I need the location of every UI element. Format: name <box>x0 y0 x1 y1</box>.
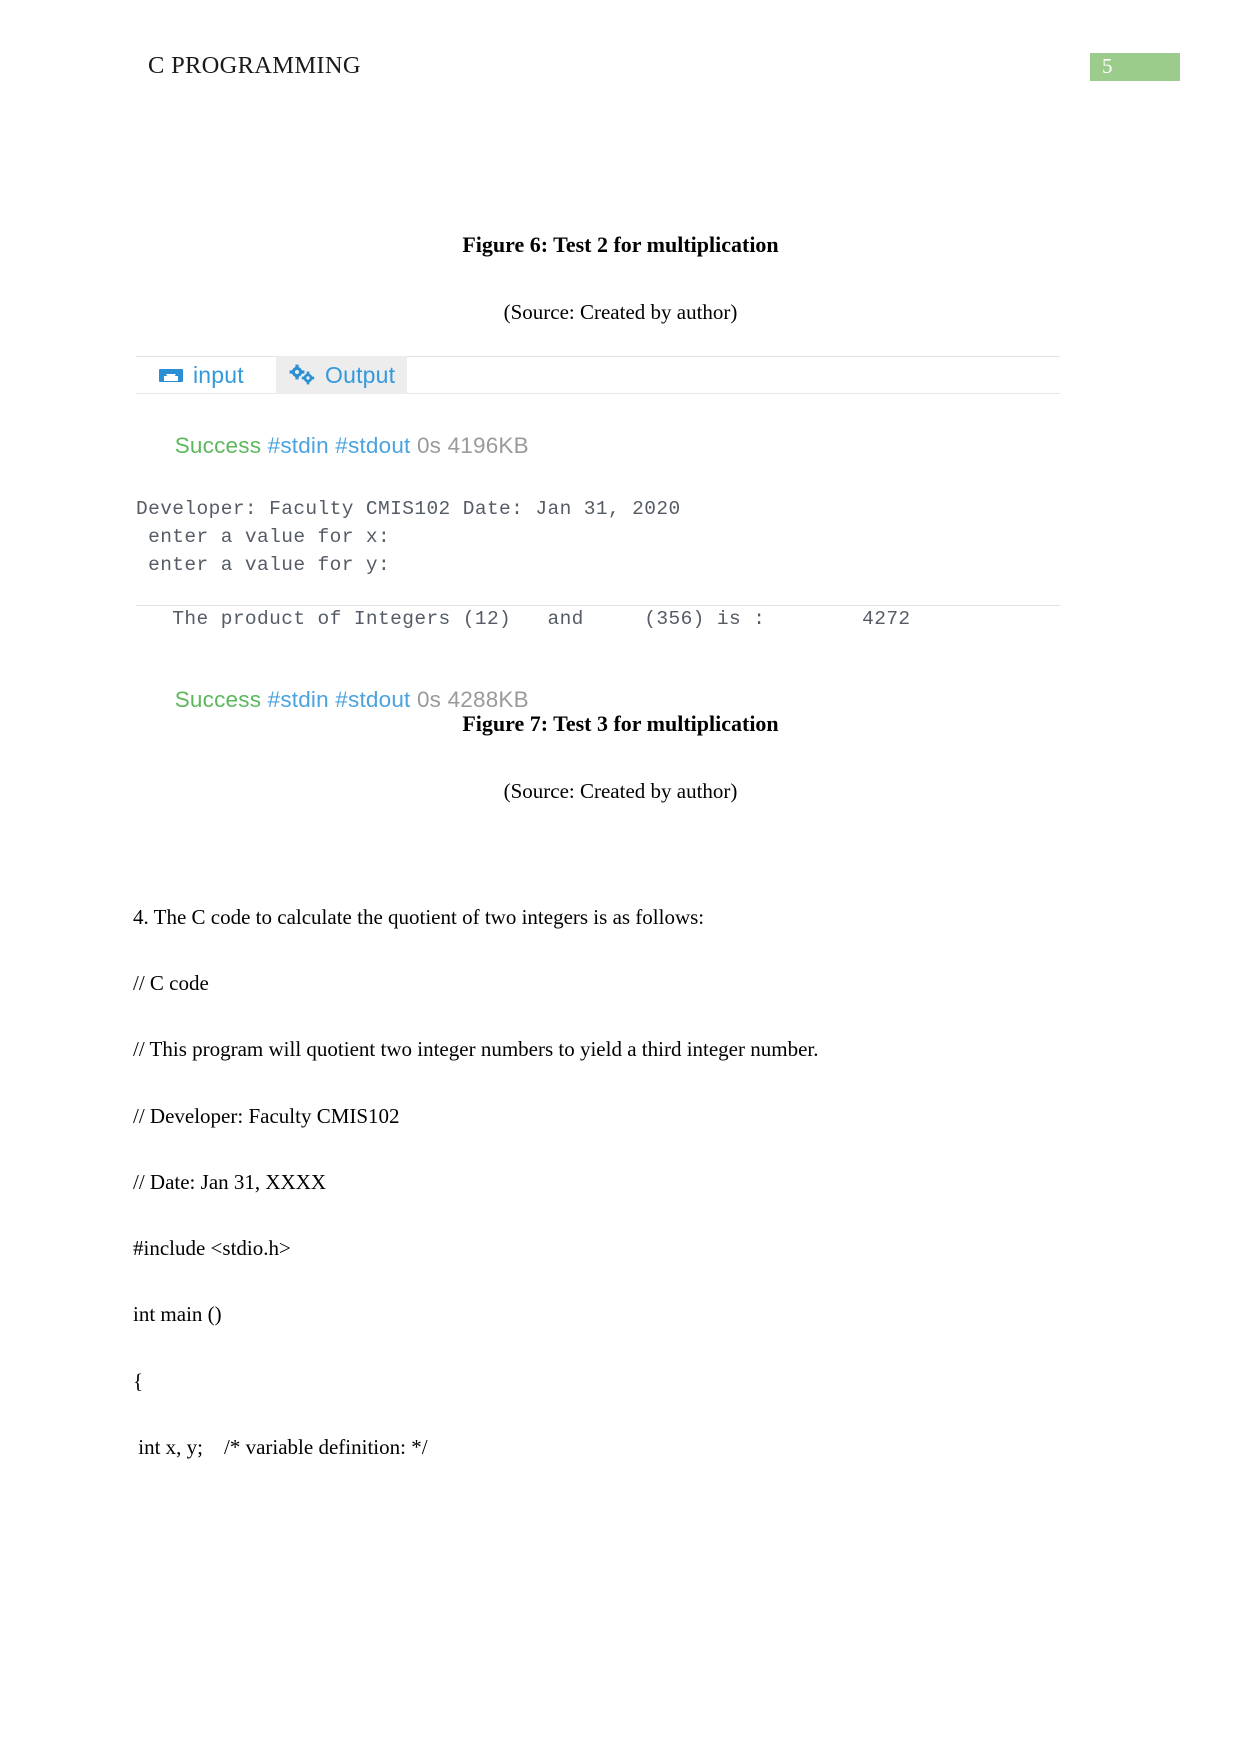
body-line-vardef: int x, y; /* variable definition: */ <box>133 1435 428 1459</box>
body-line-open-brace: { <box>133 1369 144 1393</box>
figure6-caption-source: (Source: Created by author) <box>503 300 738 324</box>
body-line-intro: 4. The C code to calculate the quotient … <box>133 905 705 929</box>
figure7-caption-source: (Source: Created by author) <box>503 779 738 803</box>
console-line-prompt-y: enter a value for y: <box>136 554 391 576</box>
status-success-label-bottom: Success <box>174 687 262 712</box>
tab-input-label: input <box>193 361 244 388</box>
tab-input[interactable]: input <box>146 356 256 394</box>
console-line-developer: Developer: Faculty CMIS102 Date: Jan 31,… <box>136 498 681 520</box>
document-header-title: C PROGRAMMING <box>148 52 361 79</box>
tab-output-label: Output <box>325 361 396 388</box>
body-line-comment-date: // Date: Jan 31, XXXX <box>133 1170 327 1194</box>
console-output: Success #stdin #stdout 0s 4196KB Develop… <box>136 394 1060 745</box>
page-number: 5 <box>1102 54 1113 78</box>
status-meta-label: 0s 4196KB <box>416 433 529 458</box>
figure-bottom-rule <box>136 605 1060 606</box>
tab-output[interactable]: Output <box>276 356 408 394</box>
output-tab-bar: input Output <box>136 356 1060 394</box>
page-number-badge: 5 <box>1090 53 1180 81</box>
status-meta-label-bottom: 0s 4288KB <box>416 687 529 712</box>
body-line-comment-desc: // This program will quotient two intege… <box>133 1037 819 1061</box>
status-line-top: Success #stdin #stdout 0s 4196KB <box>136 401 1060 491</box>
page-header: C PROGRAMMING 5 <box>0 52 1241 88</box>
figure7-caption-title: Figure 7: Test 3 for multiplication <box>462 711 779 736</box>
status-success-label: Success <box>174 433 262 458</box>
console-line-product-result: The product of Integers (12) and (356) i… <box>136 608 911 630</box>
status-streams-label-bottom: #stdin #stdout <box>267 687 411 712</box>
console-line-prompt-x: enter a value for x: <box>136 526 391 548</box>
code-output-screenshot: input Output Success #stdin #stdout 0s 4… <box>136 356 1060 712</box>
body-line-comment-dev: // Developer: Faculty CMIS102 <box>133 1104 400 1128</box>
gears-icon <box>288 364 316 386</box>
body-line-comment-c: // C code <box>133 971 209 995</box>
inbox-tray-icon <box>158 365 184 385</box>
figure6-caption-title: Figure 6: Test 2 for multiplication <box>462 232 779 257</box>
status-streams-label: #stdin #stdout <box>267 433 411 458</box>
body-line-include: #include <stdio.h> <box>133 1236 291 1260</box>
body-line-main: int main () <box>133 1302 222 1326</box>
